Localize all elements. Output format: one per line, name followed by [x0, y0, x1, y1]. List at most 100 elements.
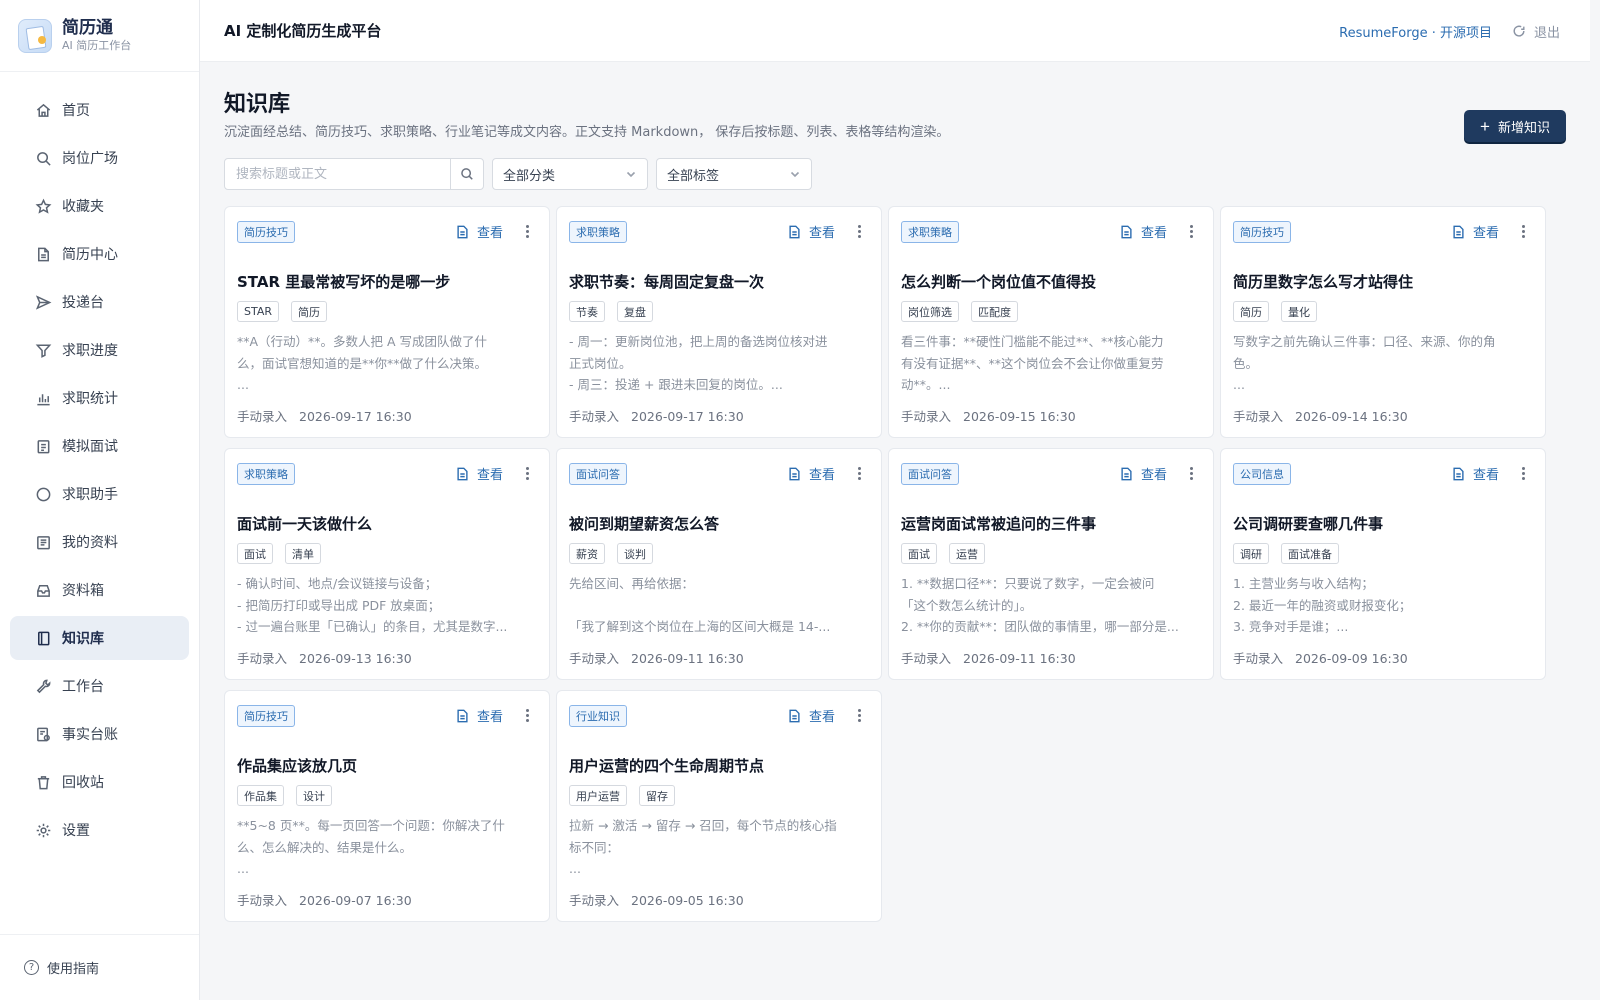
knowledge-card[interactable]: 简历技巧 查看 STAR 里最常被写坏的是哪一步 STAR 简历 **A（行动）**。多数…	[224, 206, 550, 438]
view-button[interactable]: 查看	[1452, 222, 1499, 241]
card-title[interactable]: 被问到期望薪资怎么答	[569, 513, 719, 534]
usage-guide-link[interactable]: ? 使用指南	[0, 934, 199, 1000]
sidebar-item-14[interactable]: 回收站	[10, 760, 189, 804]
more-options-icon[interactable]	[853, 705, 865, 725]
more-options-icon[interactable]	[521, 463, 533, 483]
sidebar-item-4[interactable]: 投递台	[10, 280, 189, 324]
logout-button[interactable]: 退出	[1512, 22, 1560, 41]
card-title[interactable]: 用户运营的四个生命周期节点	[569, 755, 764, 776]
tag-chip[interactable]: 复盘	[617, 301, 653, 322]
view-label: 查看	[808, 710, 835, 725]
category-select[interactable]: 全部分类	[492, 158, 648, 190]
tag-chip[interactable]: 设计	[296, 785, 332, 806]
sidebar-item-1[interactable]: 岗位广场	[10, 136, 189, 180]
knowledge-card[interactable]: 面试问答 查看 运营岗面试常被追问的三件事 面试 运营 1. **数据口径**：只要说了数…	[888, 448, 1214, 680]
tag-chip[interactable]: 作品集	[237, 785, 284, 806]
tag-chip[interactable]: 薪资	[569, 543, 605, 564]
tag-chip[interactable]: 谈判	[617, 543, 653, 564]
knowledge-card[interactable]: 公司信息 查看 公司调研要查哪几件事 调研 面试准备 1. 主营业务与收入结构； 2. 最…	[1220, 448, 1546, 680]
more-options-icon[interactable]	[853, 463, 865, 483]
view-button[interactable]: 查看	[1120, 464, 1167, 483]
card-title[interactable]: 求职节奏：每周固定复盘一次	[569, 271, 764, 292]
knowledge-card[interactable]: 求职策略 查看 求职节奏：每周固定复盘一次 节奏 复盘 - 周一：更新岗位池，把上周的备选…	[556, 206, 882, 438]
card-title[interactable]: 面试前一天该做什么	[237, 513, 372, 534]
knowledge-card[interactable]: 求职策略 查看 怎么判断一个岗位值不值得投 岗位筛选 匹配度 看三件事：**硬性门槛能不能…	[888, 206, 1214, 438]
sidebar-item-12[interactable]: 工作台	[10, 664, 189, 708]
tag-list: 调研 面试准备	[1233, 543, 1351, 564]
more-options-icon[interactable]	[1517, 463, 1529, 483]
sidebar-item-9[interactable]: 我的资料	[10, 520, 189, 564]
view-button[interactable]: 查看	[788, 464, 835, 483]
more-options-icon[interactable]	[521, 221, 533, 241]
search-input[interactable]	[225, 159, 450, 189]
sidebar-item-11[interactable]: 知识库	[10, 616, 189, 660]
sidebar-item-13[interactable]: 事实台账	[10, 712, 189, 756]
view-button[interactable]: 查看	[1452, 464, 1499, 483]
more-options-icon[interactable]	[1185, 463, 1197, 483]
tag-chip[interactable]: STAR	[237, 301, 280, 322]
tag-chip[interactable]: 节奏	[569, 301, 605, 322]
brand[interactable]: 简历通 AI 简历工作台	[0, 0, 199, 72]
trash-icon	[34, 773, 52, 791]
view-button[interactable]: 查看	[1120, 222, 1167, 241]
more-options-icon[interactable]	[1185, 221, 1197, 241]
document-icon	[457, 225, 468, 238]
knowledge-card[interactable]: 面试问答 查看 被问到期望薪资怎么答 薪资 谈判 先给区间、再给依据： 「我了解到这个岗位…	[556, 448, 882, 680]
card-time: 2026-09-05 16:30	[631, 893, 744, 908]
sidebar-item-8[interactable]: 求职助手	[10, 472, 189, 516]
document-icon	[789, 225, 800, 238]
tag-select[interactable]: 全部标签	[656, 158, 812, 190]
tag-chip[interactable]: 面试	[237, 543, 273, 564]
more-options-icon[interactable]	[521, 705, 533, 725]
tag-chip[interactable]: 面试	[901, 543, 937, 564]
open-source-link[interactable]: ResumeForge · 开源项目	[1339, 22, 1492, 41]
tag-chip[interactable]: 面试准备	[1281, 543, 1339, 564]
sidebar-item-7[interactable]: 模拟面试	[10, 424, 189, 468]
knowledge-card[interactable]: 行业知识 查看 用户运营的四个生命周期节点 用户运营 留存 拉新 → 激活 → 留存 → …	[556, 690, 882, 922]
sidebar-item-0[interactable]: 首页	[10, 88, 189, 132]
view-label: 查看	[808, 226, 835, 241]
card-title[interactable]: STAR 里最常被写坏的是哪一步	[237, 271, 450, 292]
sidebar-item-3[interactable]: 简历中心	[10, 232, 189, 276]
tag-chip[interactable]: 岗位筛选	[901, 301, 959, 322]
view-button[interactable]: 查看	[456, 706, 503, 725]
card-title[interactable]: 怎么判断一个岗位值不值得投	[901, 271, 1096, 292]
more-options-icon[interactable]	[1517, 221, 1529, 241]
tag-chip[interactable]: 调研	[1233, 543, 1269, 564]
tag-chip[interactable]: 运营	[949, 543, 985, 564]
knowledge-card[interactable]: 求职策略 查看 面试前一天该做什么 面试 清单 - 确认时间、地点/会议链接与设备； - …	[224, 448, 550, 680]
search-button[interactable]	[450, 159, 483, 189]
tag-chip[interactable]: 留存	[639, 785, 675, 806]
document-icon	[789, 709, 800, 722]
sidebar-item-5[interactable]: 求职进度	[10, 328, 189, 372]
sidebar-item-6[interactable]: 求职统计	[10, 376, 189, 420]
tag-list: 节奏 复盘	[569, 301, 665, 322]
card-title[interactable]: 作品集应该放几页	[237, 755, 357, 776]
knowledge-card[interactable]: 简历技巧 查看 作品集应该放几页 作品集 设计 **5~8 页**。每一页回答一个问题：你…	[224, 690, 550, 922]
category-badge: 简历技巧	[1233, 221, 1291, 243]
document-icon	[1121, 225, 1132, 238]
view-button[interactable]: 查看	[456, 464, 503, 483]
view-button[interactable]: 查看	[456, 222, 503, 241]
card-meta: 手动录入 2026-09-11 16:30	[569, 648, 744, 667]
add-knowledge-button[interactable]: + 新增知识	[1464, 110, 1566, 142]
tag-chip[interactable]: 简历	[291, 301, 328, 322]
view-button[interactable]: 查看	[788, 222, 835, 241]
sidebar-item-10[interactable]: 资料箱	[10, 568, 189, 612]
tag-chip[interactable]: 匹配度	[971, 301, 1018, 322]
card-title[interactable]: 公司调研要查哪几件事	[1233, 513, 1383, 534]
sidebar-item-2[interactable]: 收藏夹	[10, 184, 189, 228]
send-icon	[34, 293, 52, 311]
tag-chip[interactable]: 简历	[1233, 301, 1269, 322]
card-title[interactable]: 运营岗面试常被追问的三件事	[901, 513, 1096, 534]
knowledge-card[interactable]: 简历技巧 查看 简历里数字怎么写才站得住 简历 量化 写数字之前先确认三件事：口径、来源、…	[1220, 206, 1546, 438]
more-options-icon[interactable]	[853, 221, 865, 241]
card-time: 2026-09-09 16:30	[1295, 651, 1408, 666]
tag-chip[interactable]: 用户运营	[569, 785, 627, 806]
card-title[interactable]: 简历里数字怎么写才站得住	[1233, 271, 1413, 292]
tag-chip[interactable]: 清单	[285, 543, 321, 564]
sidebar-item-15[interactable]: 设置	[10, 808, 189, 852]
view-button[interactable]: 查看	[788, 706, 835, 725]
tag-list: 岗位筛选 匹配度	[901, 301, 1030, 322]
tag-chip[interactable]: 量化	[1281, 301, 1317, 322]
